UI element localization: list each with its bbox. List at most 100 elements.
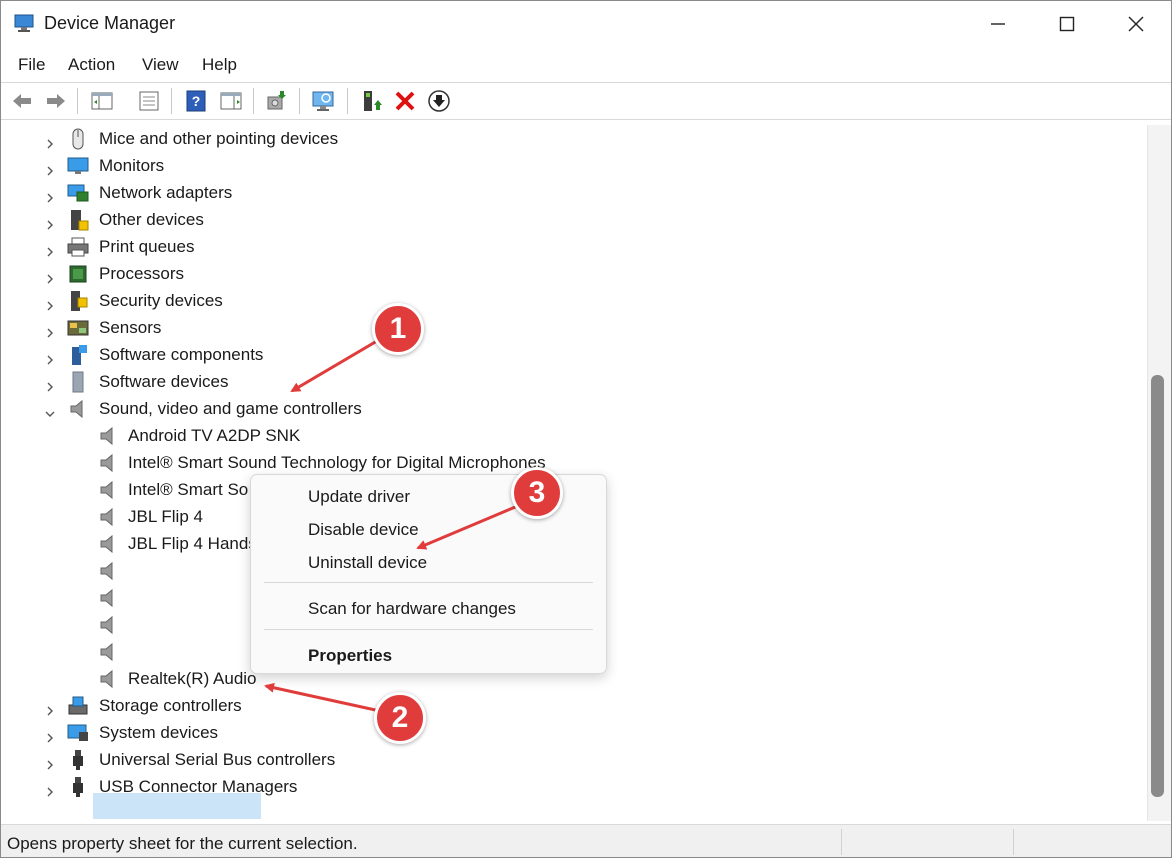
usb-icon bbox=[73, 750, 83, 770]
menu-bar: File Action View Help bbox=[1, 50, 1171, 80]
chevron-right-icon[interactable] bbox=[44, 165, 56, 177]
chevron-right-icon[interactable] bbox=[44, 300, 56, 312]
tree-category-label: Sound, video and game controllers bbox=[99, 399, 362, 418]
chevron-right-icon[interactable] bbox=[44, 354, 56, 366]
monitor-icon bbox=[67, 157, 89, 174]
status-text: Opens property sheet for the current sel… bbox=[7, 834, 358, 853]
tree-category-label: Monitors bbox=[99, 156, 165, 175]
speaker-icon bbox=[100, 561, 113, 581]
network-icon bbox=[67, 184, 89, 202]
speaker-icon bbox=[100, 453, 113, 473]
menu-action[interactable]: Action bbox=[68, 55, 115, 75]
toolbar-separator bbox=[77, 88, 78, 114]
menu-properties[interactable]: Properties bbox=[308, 646, 392, 666]
menu-file[interactable]: File bbox=[18, 55, 45, 75]
device-tree[interactable]: Mice and other pointing devices Monitors N… bbox=[1, 125, 1147, 821]
show-hide-tree-icon[interactable] bbox=[90, 89, 114, 113]
enable-device-icon[interactable] bbox=[360, 89, 384, 113]
tree-device-label: Intel® Smart So bbox=[128, 480, 249, 499]
close-icon bbox=[1128, 16, 1144, 32]
speaker-icon bbox=[100, 507, 113, 527]
software-device-icon bbox=[72, 371, 84, 393]
forward-icon[interactable] bbox=[44, 89, 68, 113]
printer-icon bbox=[67, 237, 89, 257]
usb-icon bbox=[73, 777, 83, 797]
tree-category-software-devices[interactable]: Software devices bbox=[1, 369, 1141, 395]
download-icon[interactable] bbox=[427, 89, 451, 113]
tree-category-label: Other devices bbox=[99, 210, 204, 229]
speaker-icon bbox=[100, 480, 113, 500]
software-component-icon bbox=[72, 345, 87, 365]
chevron-right-icon[interactable] bbox=[44, 246, 56, 258]
device-manager-app-icon bbox=[14, 14, 34, 32]
chevron-right-icon[interactable] bbox=[44, 705, 56, 717]
menu-help[interactable]: Help bbox=[202, 55, 237, 75]
maximize-button[interactable] bbox=[1032, 1, 1102, 47]
tree-category-label: Software devices bbox=[99, 372, 229, 391]
tree-category-monitors[interactable]: Monitors bbox=[1, 153, 1141, 179]
chevron-down-icon[interactable] bbox=[44, 408, 56, 420]
tree-category-network-adapters[interactable]: Network adapters bbox=[1, 180, 1141, 206]
tree-category-sensors[interactable]: Sensors bbox=[1, 315, 1141, 341]
tree-device-item[interactable]: Intel® Smart Sound Technology for Digita… bbox=[1, 450, 1141, 476]
tree-category-label: Print queues bbox=[99, 237, 195, 256]
tree-device-item[interactable]: Android TV A2DP SNK bbox=[1, 423, 1141, 449]
menu-uninstall-device[interactable]: Uninstall device bbox=[308, 553, 427, 573]
menu-view[interactable]: View bbox=[142, 55, 179, 75]
chevron-right-icon[interactable] bbox=[44, 192, 56, 204]
tree-category-other-devices[interactable]: Other devices bbox=[1, 207, 1141, 233]
toolbar-separator bbox=[347, 88, 348, 114]
tree-category-sound-video-and-game-controllers[interactable]: Sound, video and game controllers bbox=[1, 396, 1141, 422]
storage-icon bbox=[68, 696, 88, 715]
annotation-badge-1: 1 bbox=[372, 303, 424, 355]
tree-category-security-devices[interactable]: Security devices bbox=[1, 288, 1141, 314]
chevron-right-icon[interactable] bbox=[44, 138, 56, 150]
menu-scan-hardware[interactable]: Scan for hardware changes bbox=[308, 599, 516, 619]
scrollbar-thumb[interactable] bbox=[1151, 375, 1164, 797]
annotation-badge-2: 2 bbox=[374, 692, 426, 744]
tree-category-label: Universal Serial Bus controllers bbox=[99, 750, 336, 769]
status-bar: Opens property sheet for the current sel… bbox=[1, 824, 1171, 857]
minimize-icon bbox=[991, 23, 1005, 25]
chevron-right-icon[interactable] bbox=[44, 219, 56, 231]
properties-icon[interactable] bbox=[137, 89, 161, 113]
toolbar: ? bbox=[1, 82, 1171, 120]
uninstall-icon[interactable] bbox=[393, 89, 417, 113]
tree-category-usb-connector-managers[interactable]: USB Connector Managers bbox=[1, 774, 1141, 800]
tree-device-label: Realtek(R) Audio bbox=[128, 669, 257, 688]
tree-category-print-queues[interactable]: Print queues bbox=[1, 234, 1141, 260]
tree-category-universal-serial-bus-controllers[interactable]: Universal Serial Bus controllers bbox=[1, 747, 1141, 773]
tree-category-mice-and-other-pointing-devices[interactable]: Mice and other pointing devices bbox=[1, 126, 1141, 152]
scan-hardware-icon[interactable] bbox=[311, 89, 335, 113]
chevron-right-icon[interactable] bbox=[44, 381, 56, 393]
tree-category-software-components[interactable]: Software components bbox=[1, 342, 1141, 368]
chevron-right-icon[interactable] bbox=[44, 732, 56, 744]
menu-disable-device[interactable]: Disable device bbox=[308, 520, 419, 540]
system-icon bbox=[67, 724, 88, 741]
chevron-right-icon[interactable] bbox=[44, 327, 56, 339]
minimize-button[interactable] bbox=[963, 1, 1033, 47]
toolbar-separator bbox=[299, 88, 300, 114]
action-view-icon[interactable] bbox=[219, 89, 243, 113]
update-driver-icon[interactable] bbox=[265, 89, 289, 113]
tree-category-storage-controllers[interactable]: Storage controllers bbox=[1, 693, 1141, 719]
speaker-icon bbox=[100, 669, 113, 689]
close-button[interactable] bbox=[1101, 1, 1171, 47]
help-icon[interactable]: ? bbox=[184, 89, 208, 113]
menu-update-driver[interactable]: Update driver bbox=[308, 487, 410, 507]
back-icon[interactable] bbox=[10, 89, 34, 113]
processor-icon bbox=[69, 265, 87, 283]
chevron-right-icon[interactable] bbox=[44, 273, 56, 285]
tree-device-label: Intel® Smart Sound Technology for Digita… bbox=[128, 453, 546, 472]
chevron-right-icon[interactable] bbox=[44, 786, 56, 798]
tree-category-label: Software components bbox=[99, 345, 264, 364]
chevron-right-icon[interactable] bbox=[44, 759, 56, 771]
tree-category-label: Storage controllers bbox=[99, 696, 242, 715]
speaker-icon bbox=[70, 399, 83, 419]
tree-category-system-devices[interactable]: System devices bbox=[1, 720, 1141, 746]
speaker-icon bbox=[100, 534, 113, 554]
tree-category-processors[interactable]: Processors bbox=[1, 261, 1141, 287]
tree-category-label: Mice and other pointing devices bbox=[99, 129, 339, 148]
svg-text:?: ? bbox=[192, 93, 201, 109]
tree-category-label: Processors bbox=[99, 264, 185, 283]
